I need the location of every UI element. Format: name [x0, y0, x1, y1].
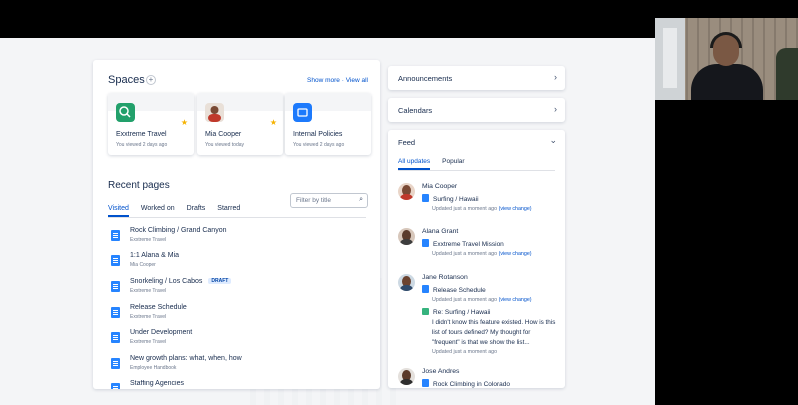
recent-page-item[interactable]: Snorkeling / Los Cabos DRAFT Exxtreme Tra…	[111, 278, 361, 300]
page-icon	[111, 358, 120, 369]
feed-title: Feed	[398, 138, 416, 147]
tab-worked-on[interactable]: Worked on	[141, 205, 175, 217]
avatar[interactable]	[398, 228, 415, 245]
chevron-right-icon: ›	[554, 104, 557, 114]
show-more-link[interactable]: Show more	[307, 77, 340, 84]
tab-starred[interactable]: Starred	[217, 205, 240, 217]
recent-pages-title: Recent pages	[108, 180, 170, 191]
spaces-links: Show more · View all	[307, 77, 368, 84]
spaces-title: Spaces	[108, 74, 145, 86]
space-card-mia-cooper[interactable]: ★ Mia Cooper You viewed today	[197, 93, 283, 155]
page-icon	[422, 285, 429, 293]
avatar[interactable]	[398, 183, 415, 200]
recent-page-item[interactable]: 1:1 Alana & Mia Mia Cooper	[111, 252, 361, 274]
space-card-internal-policies[interactable]: Internal Policies You viewed 2 days ago	[285, 93, 371, 155]
announcements-panel[interactable]: Announcements ›	[388, 66, 565, 90]
comment-icon	[422, 308, 429, 315]
chevron-right-icon: ›	[554, 72, 557, 82]
page-icon	[111, 255, 120, 266]
chevron-down-icon[interactable]: ⌄	[549, 135, 557, 146]
space-avatar-mia	[205, 103, 224, 122]
tab-popular[interactable]: Popular	[442, 158, 464, 170]
tab-drafts[interactable]: Drafts	[187, 205, 206, 217]
recent-tabs: Visited Worked on Drafts Starred	[108, 205, 240, 217]
recent-page-item[interactable]: Rock Climbing / Grand Canyon Exxtreme Tr…	[111, 227, 361, 249]
add-space-button[interactable]: +	[146, 75, 156, 85]
main-card: Spaces + Show more · View all ★ Exxtreme…	[93, 60, 380, 389]
calendars-panel[interactable]: Calendars ›	[388, 98, 565, 122]
draft-badge: DRAFT	[208, 278, 232, 284]
view-all-link[interactable]: View all	[346, 77, 368, 84]
page-icon	[111, 307, 120, 318]
avatar[interactable]	[398, 274, 415, 291]
filter-by-title-input[interactable]: Filter by title ⌕	[290, 193, 368, 208]
view-change-link[interactable]: (view change)	[499, 297, 532, 303]
recent-page-item[interactable]: Under Development Exxtreme Travel	[111, 329, 361, 351]
feed-panel: Feed ⌄ All updates Popular Mia Cooper Su…	[388, 130, 565, 388]
view-change-link[interactable]: (view change)	[499, 206, 532, 212]
page-icon	[111, 281, 120, 292]
recent-page-item[interactable]: Release Schedule Exxtreme Travel	[111, 304, 361, 326]
link-separator: ·	[341, 77, 344, 84]
page-icon	[422, 379, 429, 387]
webcam-video	[655, 18, 798, 100]
space-icon-exxtreme	[116, 103, 135, 122]
view-change-link[interactable]: (view change)	[499, 251, 532, 257]
avatar[interactable]	[398, 368, 415, 385]
folder-icon	[293, 103, 312, 122]
star-icon[interactable]: ★	[270, 118, 277, 127]
tab-visited[interactable]: Visited	[108, 205, 129, 217]
right-black-area	[655, 100, 798, 405]
page-icon	[422, 239, 429, 247]
page-icon	[111, 383, 120, 389]
space-card-exxtreme-travel[interactable]: ★ Exxtreme Travel You viewed 2 days ago	[108, 93, 194, 155]
page-icon	[111, 332, 120, 343]
tab-all-updates[interactable]: All updates	[398, 158, 431, 170]
page-icon	[111, 230, 120, 241]
search-icon: ⌕	[359, 196, 363, 203]
star-icon[interactable]: ★	[181, 118, 188, 127]
feed-tabs: All updates Popular	[398, 158, 465, 170]
page-icon	[422, 194, 429, 202]
recent-page-item[interactable]: Staffing Agencies	[111, 380, 361, 389]
comment-text: I didn't know this feature existed. How …	[432, 319, 556, 346]
recent-page-item[interactable]: New growth plans: what, when, how Employ…	[111, 355, 361, 377]
shared-screen: Spaces + Show more · View all ★ Exxtreme…	[0, 38, 655, 405]
